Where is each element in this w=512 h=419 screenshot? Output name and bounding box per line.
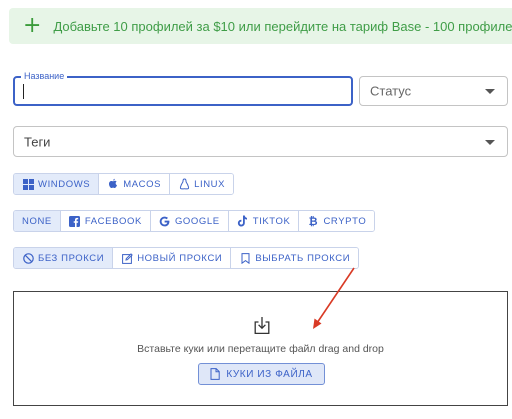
bookmark-icon	[239, 252, 251, 264]
file-icon	[210, 368, 221, 380]
account-crypto-label: CRYPTO	[323, 215, 367, 227]
proxy-select-label: ВЫБРАТЬ ПРОКСИ	[255, 252, 351, 264]
proxy-none-label: БЕЗ ПРОКСИ	[38, 252, 105, 264]
os-windows-button[interactable]: WINDOWS	[14, 174, 100, 194]
name-field[interactable]: Название	[13, 71, 353, 106]
os-linux-button[interactable]: LINUX	[170, 174, 234, 194]
os-linux-label: LINUX	[194, 178, 226, 190]
proxy-new-label: НОВЫЙ ПРОКСИ	[137, 252, 223, 264]
tags-placeholder: Теги	[24, 134, 51, 149]
proxy-toggle-group: БЕЗ ПРОКСИ НОВЫЙ ПРОКСИ ВЫБРАТЬ ПРОКСИ	[13, 247, 360, 269]
account-facebook-button[interactable]: FACEBOOK	[60, 211, 151, 231]
text-cursor	[23, 84, 24, 99]
cookies-from-file-label: КУКИ ИЗ ФАЙЛА	[226, 368, 313, 380]
account-crypto-button[interactable]: ₿ CRYPTO	[299, 211, 375, 231]
bitcoin-icon: ₿	[308, 214, 319, 228]
proxy-new-button[interactable]: НОВЫЙ ПРОКСИ	[113, 248, 232, 268]
edit-icon	[121, 252, 133, 264]
windows-icon	[22, 178, 34, 190]
tiktok-icon	[237, 215, 249, 227]
chevron-down-icon	[485, 139, 495, 145]
os-windows-label: WINDOWS	[38, 178, 91, 190]
no-entry-icon	[22, 252, 34, 264]
linux-icon	[178, 178, 190, 190]
account-google-button[interactable]: GOOGLE	[150, 211, 229, 231]
account-tiktok-label: TIKTOK	[252, 215, 291, 227]
cookies-dropzone[interactable]: Вставьте куки или перетащите файл drag a…	[13, 291, 508, 406]
proxy-none-button[interactable]: БЕЗ ПРОКСИ	[14, 248, 114, 268]
promo-text: Добавьте 10 профилей за $10 или перейдит…	[53, 18, 512, 34]
plus-icon[interactable]: +	[23, 15, 41, 37]
account-none-label: NONE	[22, 215, 52, 227]
account-tiktok-button[interactable]: TIKTOK	[228, 211, 300, 231]
account-google-label: GOOGLE	[174, 215, 220, 227]
name-field-label: Название	[21, 71, 68, 82]
apple-icon	[107, 178, 119, 190]
status-select[interactable]: Статус	[359, 76, 508, 106]
chevron-down-icon	[485, 89, 495, 94]
cookies-from-file-button[interactable]: КУКИ ИЗ ФАЙЛА	[198, 363, 325, 385]
facebook-icon	[69, 215, 81, 227]
os-macos-label: MACOS	[123, 178, 162, 190]
cookies-hint: Вставьте куки или перетащите файл drag a…	[137, 343, 384, 355]
tags-select[interactable]: Теги	[13, 126, 508, 157]
google-icon	[159, 215, 171, 227]
import-icon	[253, 316, 271, 340]
promo-banner: + Добавьте 10 профилей за $10 или перейд…	[9, 8, 512, 44]
os-toggle-group: WINDOWS MACOS LINUX	[13, 173, 235, 195]
account-none-button[interactable]: NONE	[14, 211, 61, 231]
proxy-select-button[interactable]: ВЫБРАТЬ ПРОКСИ	[231, 248, 359, 268]
os-macos-button[interactable]: MACOS	[99, 174, 171, 194]
account-type-toggle-group: NONE FACEBOOK GOOGLE TIKTOK ₿ CRYPTO	[13, 210, 376, 232]
status-placeholder: Статус	[370, 83, 412, 99]
account-facebook-label: FACEBOOK	[84, 215, 142, 227]
